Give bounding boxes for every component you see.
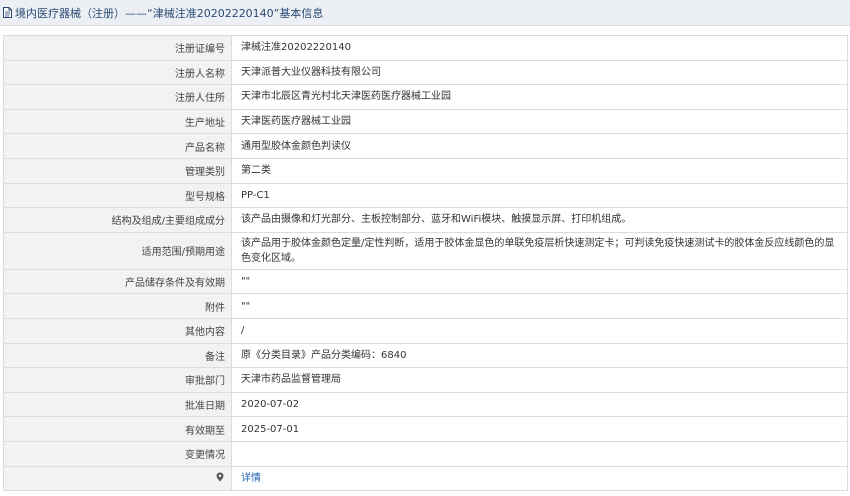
row-value: / [231,317,848,344]
table-row: 附件 "" [3,293,848,319]
row-label: 结构及组成/主要组成成分 [3,207,232,233]
table-row: 适用范围/预期用途 该产品用于胶体金颜色定量/定性判断，适用于胶体金显色的单联免疫… [3,231,848,270]
row-value: PP-C1 [231,182,848,209]
info-table-container: 注册证编号 津械注准20202220140 注册人名称 天津派普大业仪器科技有限公司… [3,35,848,492]
row-value: 天津医药医疗器械工业园 [231,108,848,135]
row-value: 详情 [231,465,848,492]
row-label: 产品储存条件及有效期 [3,268,232,295]
document-icon [3,7,12,18]
row-label: 管理类别 [3,157,232,184]
row-label: 注册证编号 [3,35,232,61]
row-value [231,440,848,467]
table-row: 结构及组成/主要组成成分 该产品由摄像和灯光部分、主板控制部分、蓝牙和WiFi模块… [3,207,848,233]
table-row: 注册人住所 天津市北辰区青光村北天津医药医疗器械工业园 [3,84,848,110]
row-label: 审批部门 [3,367,232,393]
table-row: 备注 原《分类目录》产品分类编码：6840 [3,342,848,369]
table-row: 管理类别 第二类 [3,157,848,184]
table-row: 生产地址 天津医药医疗器械工业园 [3,108,848,135]
row-value: 该产品由摄像和灯光部分、主板控制部分、蓝牙和WiFi模块、触摸显示屏、打印机组成… [231,207,848,233]
row-label: 生产地址 [3,108,232,135]
info-table-body: 注册证编号 津械注准20202220140 注册人名称 天津派普大业仪器科技有限公司… [3,35,848,492]
row-value: 天津派普大业仪器科技有限公司 [231,59,848,86]
table-row: 产品名称 通用型胶体金颜色判读仪 [3,133,848,159]
row-value: 该产品用于胶体金颜色定量/定性判断，适用于胶体金显色的单联免疫层析快速测定卡；可… [231,231,848,270]
table-row: 产品储存条件及有效期 "" [3,268,848,295]
row-label: 型号规格 [3,182,232,209]
row-label: 备注 [3,342,232,369]
table-row: 有效期至 2025-07-01 [3,416,848,442]
row-value: 津械注准20202220140 [231,35,848,61]
row-value: 天津市北辰区青光村北天津医药医疗器械工业园 [231,84,848,110]
pin-icon [216,472,224,482]
row-value: 2025-07-01 [231,416,848,442]
row-label: 适用范围/预期用途 [3,231,232,270]
details-link[interactable]: 详情 [241,473,261,484]
row-value: "" [231,293,848,319]
table-row: 审批部门 天津市药品监督管理局 [3,367,848,393]
table-row: 注册证编号 津械注准20202220140 [3,35,848,61]
row-value: 2020-07-02 [231,391,848,418]
row-value: 第二类 [231,157,848,184]
table-row: 批准日期 2020-07-02 [3,391,848,418]
table-row: 其他内容 / [3,317,848,344]
table-row: 变更情况 [3,440,848,467]
row-label: 有效期至 [3,416,232,442]
row-label: 注册人住所 [3,84,232,110]
row-label [3,465,232,492]
row-label: 变更情况 [3,440,232,467]
row-value: 原《分类目录》产品分类编码：6840 [231,342,848,369]
info-table: 注册证编号 津械注准20202220140 注册人名称 天津派普大业仪器科技有限公司… [3,35,848,492]
row-value: "" [231,268,848,295]
row-label: 产品名称 [3,133,232,159]
row-label: 批准日期 [3,391,232,418]
table-row: 型号规格 PP-C1 [3,182,848,209]
row-value: 天津市药品监督管理局 [231,367,848,393]
table-row: 注册人名称 天津派普大业仪器科技有限公司 [3,59,848,86]
row-label: 其他内容 [3,317,232,344]
table-row-details: 详情 [3,465,848,492]
row-label: 注册人名称 [3,59,232,86]
page-header: 境内医疗器械（注册）——“津械注准20202220140”基本信息 [0,0,850,26]
row-value: 通用型胶体金颜色判读仪 [231,133,848,159]
row-label: 附件 [3,293,232,319]
page-title: 境内医疗器械（注册）——“津械注准20202220140”基本信息 [15,6,324,20]
